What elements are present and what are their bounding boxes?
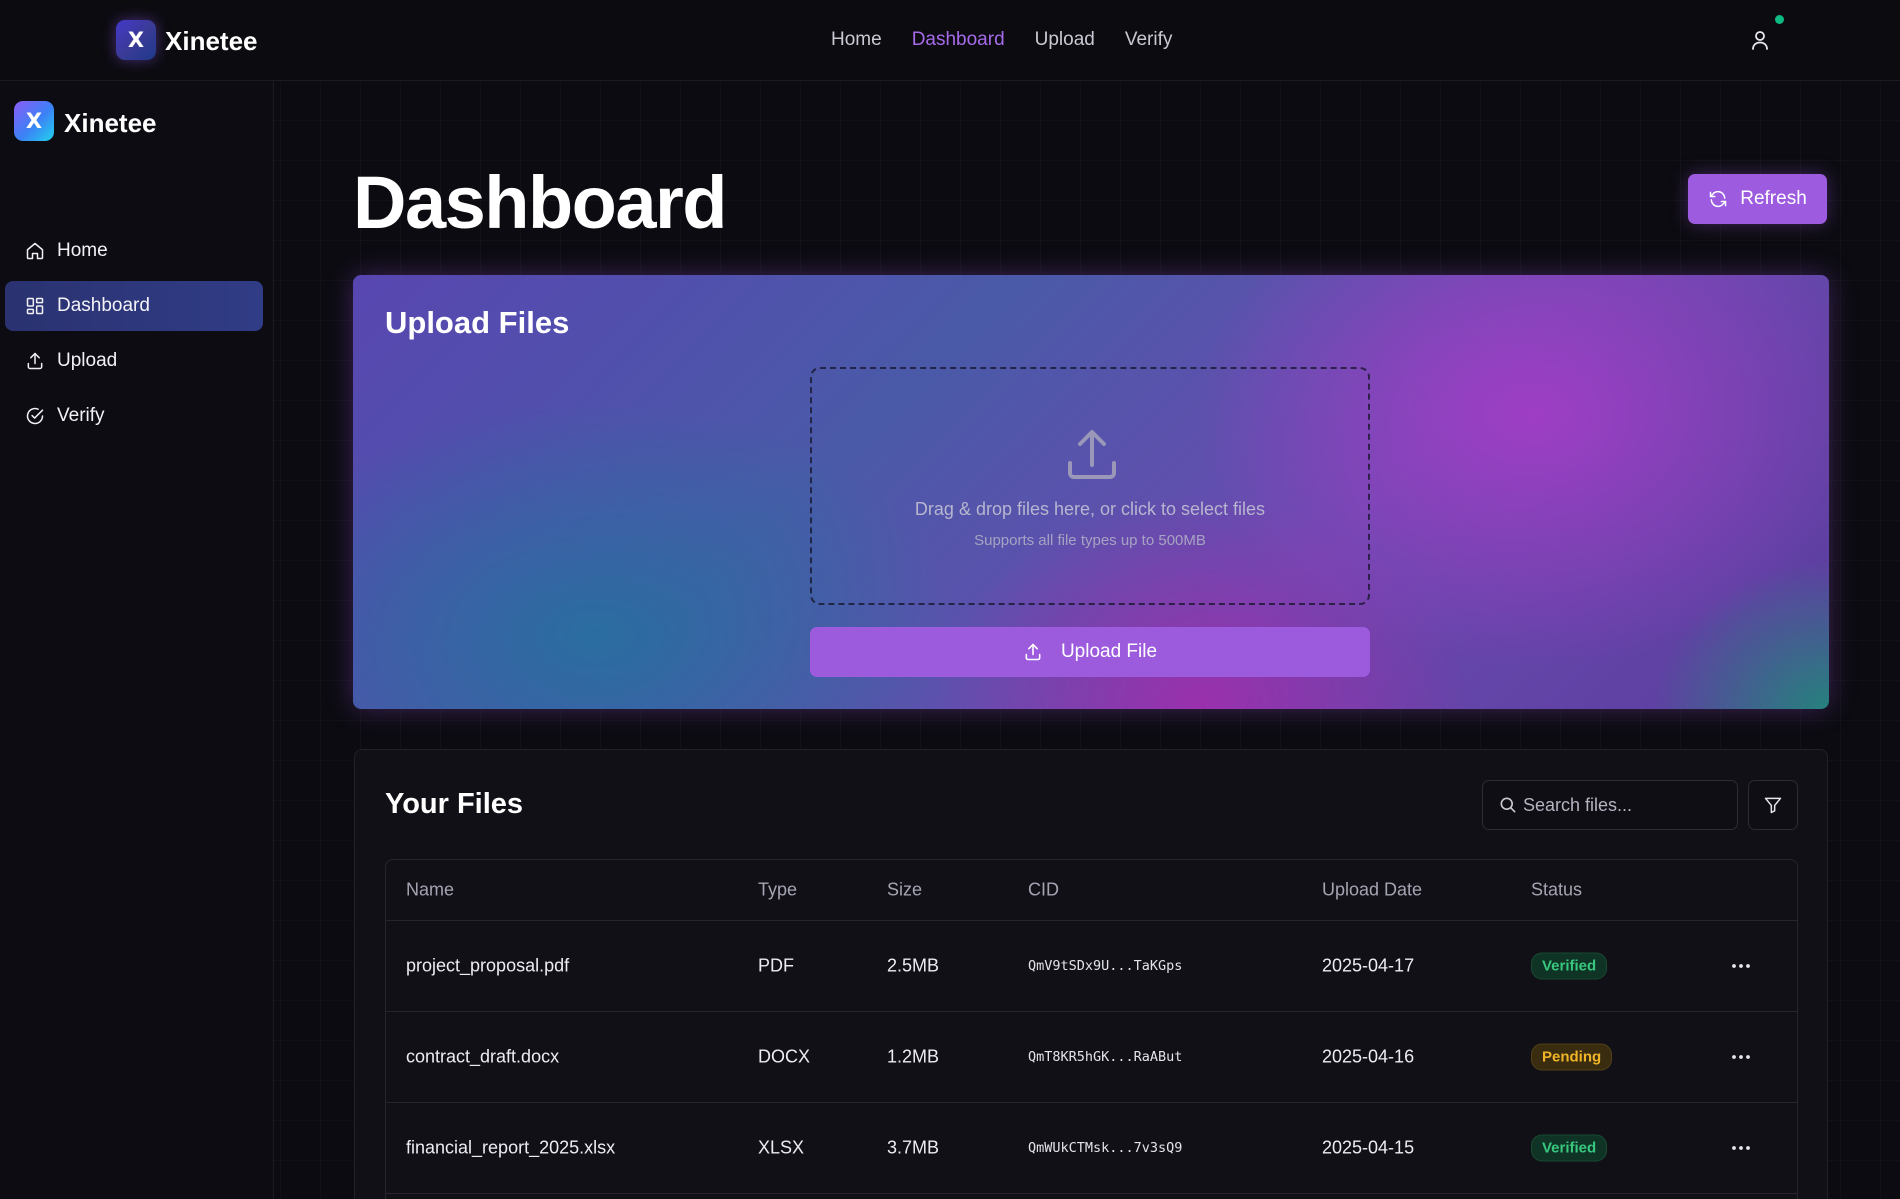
files-table: Name Type Size CID Upload Date Status pr… xyxy=(385,859,1798,1199)
file-upload-date: 2025-04-17 xyxy=(1322,955,1415,976)
file-dropzone[interactable]: Drag & drop files here, or click to sele… xyxy=(810,367,1370,605)
file-cid[interactable]: QmWUkCTMsk...7v3sQ9 xyxy=(1028,1140,1182,1156)
file-upload-date: 2025-04-15 xyxy=(1322,1137,1415,1158)
user-icon[interactable] xyxy=(1748,28,1772,52)
upload-file-button[interactable]: Upload File xyxy=(810,627,1370,677)
ellipsis-icon xyxy=(1732,1146,1750,1150)
more-options-button[interactable] xyxy=(1726,956,1756,976)
upload-files-title: Upload Files xyxy=(385,305,570,340)
column-header-size[interactable]: Size xyxy=(887,880,922,901)
file-size: 1.2MB xyxy=(887,1046,940,1067)
status-badge: Verified xyxy=(1531,952,1608,980)
file-type: DOCX xyxy=(758,1046,811,1067)
row-actions xyxy=(1726,956,1756,976)
dropzone-instructions: Drag & drop files here, or click to sele… xyxy=(914,499,1266,519)
status-badge-cell: Verified xyxy=(1531,1134,1608,1162)
row-actions xyxy=(1726,1047,1756,1067)
table-header: Name Type Size CID Upload Date Status xyxy=(386,860,1797,921)
table-row[interactable]: contract_draft.docx DOCX 1.2MB QmT8KR5hG… xyxy=(386,1012,1797,1103)
sidebar-brand-name[interactable]: Xinetee xyxy=(64,108,157,139)
column-header-type[interactable]: Type xyxy=(758,880,797,901)
file-size: 2.5MB xyxy=(887,955,940,976)
brand-logo[interactable]: X xyxy=(116,20,156,60)
sidebar-item-label: Home xyxy=(57,240,108,261)
sidebar-item-verify[interactable]: Verify xyxy=(5,391,263,441)
file-upload-date: 2025-04-16 xyxy=(1322,1046,1415,1067)
upload-icon xyxy=(1025,643,1041,661)
sidebar-nav: Home Dashboard Upload Verify xyxy=(5,226,263,446)
ellipsis-icon xyxy=(1732,1055,1750,1059)
upload-icon xyxy=(27,352,43,370)
sidebar-item-dashboard[interactable]: Dashboard xyxy=(5,281,263,331)
brand-name[interactable]: Xinetee xyxy=(165,26,258,57)
column-header-name[interactable]: Name xyxy=(406,880,454,901)
topnav-verify-link[interactable]: Verify xyxy=(1125,29,1173,51)
refresh-label: Refresh xyxy=(1740,188,1807,209)
sidebar-brand-logo[interactable]: X xyxy=(14,101,54,141)
more-options-button[interactable] xyxy=(1726,1047,1756,1067)
upload-files-card: Upload Files Drag & drop files here, or … xyxy=(353,275,1829,709)
top-navbar: X Xinetee Home Dashboard Upload Verify xyxy=(0,0,1900,81)
column-header-upload-date[interactable]: Upload Date xyxy=(1322,880,1422,901)
topnav-upload-link[interactable]: Upload xyxy=(1035,29,1095,51)
status-badge-cell: Verified xyxy=(1531,952,1608,980)
status-badge: Verified xyxy=(1531,1134,1608,1162)
home-icon xyxy=(26,242,44,260)
table-row[interactable]: project_proposal.pdf PDF 2.5MB QmV9tSDx9… xyxy=(386,921,1797,1012)
filter-icon xyxy=(1764,797,1782,814)
search-box xyxy=(1482,780,1738,830)
ellipsis-icon xyxy=(1732,964,1750,968)
page-title: Dashboard xyxy=(353,161,728,244)
sidebar-item-label: Verify xyxy=(57,405,105,426)
top-nav: Home Dashboard Upload Verify xyxy=(831,29,1172,51)
search-icon xyxy=(1500,797,1516,813)
sidebar-item-label: Dashboard xyxy=(57,295,150,316)
status-badge: Pending xyxy=(1531,1043,1613,1071)
file-size: 3.7MB xyxy=(887,1137,940,1158)
status-badge-cell: Pending xyxy=(1531,1043,1613,1071)
file-cid[interactable]: QmV9tSDx9U...TaKGps xyxy=(1028,958,1182,974)
column-header-cid[interactable]: CID xyxy=(1028,880,1059,901)
topnav-dashboard-link[interactable]: Dashboard xyxy=(912,29,1005,51)
row-actions xyxy=(1726,1138,1756,1158)
file-cid[interactable]: QmT8KR5hGK...RaABut xyxy=(1028,1049,1182,1065)
topnav-home-link[interactable]: Home xyxy=(831,29,882,51)
file-name[interactable]: project_proposal.pdf xyxy=(406,956,569,977)
your-files-title: Your Files xyxy=(385,788,524,820)
file-name[interactable]: contract_draft.docx xyxy=(406,1047,559,1068)
upload-file-label: Upload File xyxy=(1060,641,1158,662)
sidebar: X Xinetee Home Dashboard Upload Verify xyxy=(0,81,274,1199)
search-files-input[interactable] xyxy=(1523,781,1729,829)
dropzone-limits: Supports all file types up to 500MB xyxy=(974,532,1206,549)
online-status-dot xyxy=(1775,15,1784,24)
your-files-card: Your Files Name Type Size CID Upload Dat… xyxy=(354,749,1828,1199)
file-name[interactable]: financial_report_2025.xlsx xyxy=(406,1138,615,1159)
file-type: XLSX xyxy=(758,1137,805,1158)
sidebar-item-home[interactable]: Home xyxy=(5,226,263,276)
file-type: PDF xyxy=(758,955,794,976)
filter-button[interactable] xyxy=(1748,780,1798,830)
sidebar-item-label: Upload xyxy=(57,350,118,371)
refresh-icon xyxy=(1709,190,1727,208)
check-circle-icon xyxy=(26,407,44,425)
table-row[interactable]: financial_report_2025.xlsx XLSX 3.7MB Qm… xyxy=(386,1103,1797,1194)
sidebar-item-upload[interactable]: Upload xyxy=(5,336,263,386)
upload-cloud-icon xyxy=(1068,430,1116,479)
refresh-button[interactable]: Refresh xyxy=(1688,174,1827,224)
grid-icon xyxy=(26,297,44,315)
column-header-status[interactable]: Status xyxy=(1531,880,1582,901)
more-options-button[interactable] xyxy=(1726,1138,1756,1158)
